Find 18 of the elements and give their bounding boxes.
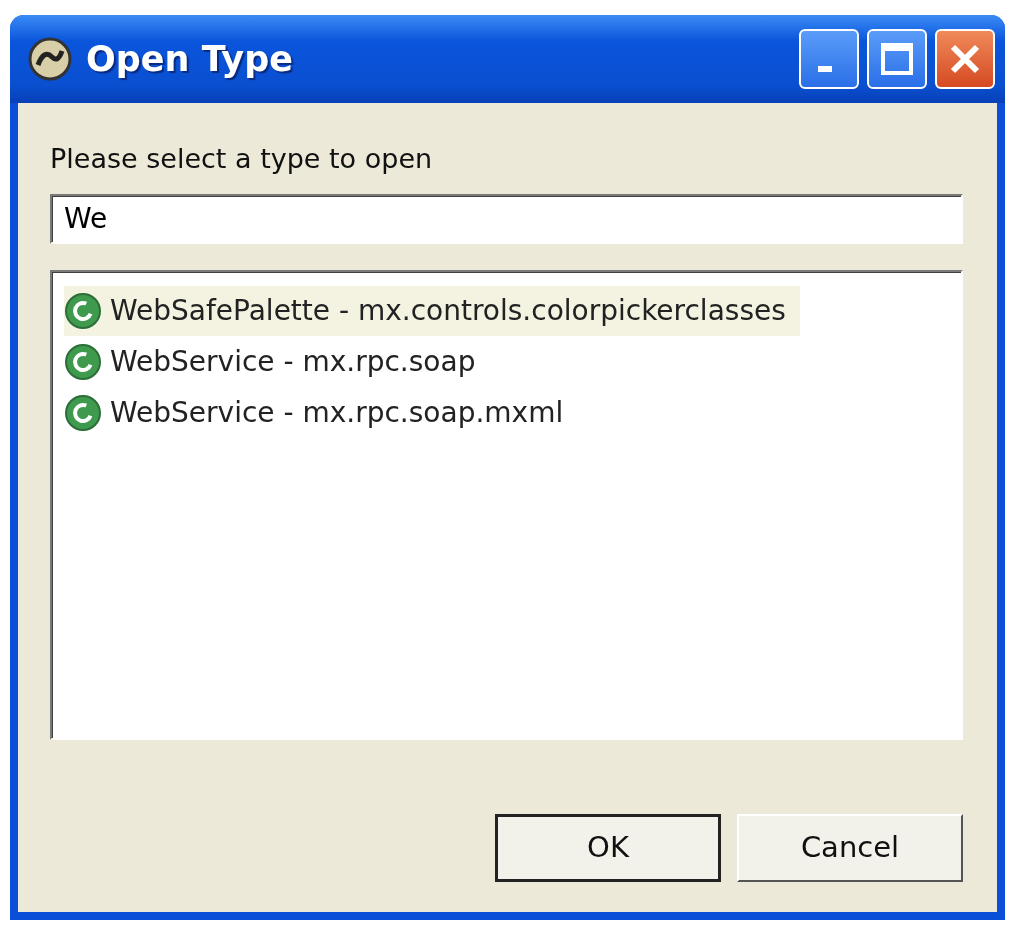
class-icon (64, 291, 102, 330)
minimize-button[interactable] (799, 29, 859, 89)
dialog-button[interactable]: OK (495, 814, 721, 882)
type-item[interactable]: WebService - mx.rpc.soap (64, 336, 490, 387)
minimize-icon (818, 66, 832, 72)
type-item[interactable]: WebService - mx.rpc.soap.mxml (64, 387, 578, 438)
dialog-button[interactable]: Cancel (737, 814, 963, 882)
close-button[interactable] (935, 29, 995, 89)
close-icon (948, 42, 982, 76)
maximize-icon (880, 42, 914, 76)
class-icon (64, 342, 102, 381)
filter-field[interactable]: We (50, 193, 963, 244)
maximize-button[interactable] (867, 29, 927, 89)
class-icon (64, 393, 102, 432)
type-item[interactable]: WebSafePalette - mx.controls.colorpickerclasses (64, 285, 800, 336)
prompt-label: Please select a type to open (50, 142, 434, 176)
app-icon (28, 37, 72, 81)
window-title: Open Type (86, 37, 293, 81)
